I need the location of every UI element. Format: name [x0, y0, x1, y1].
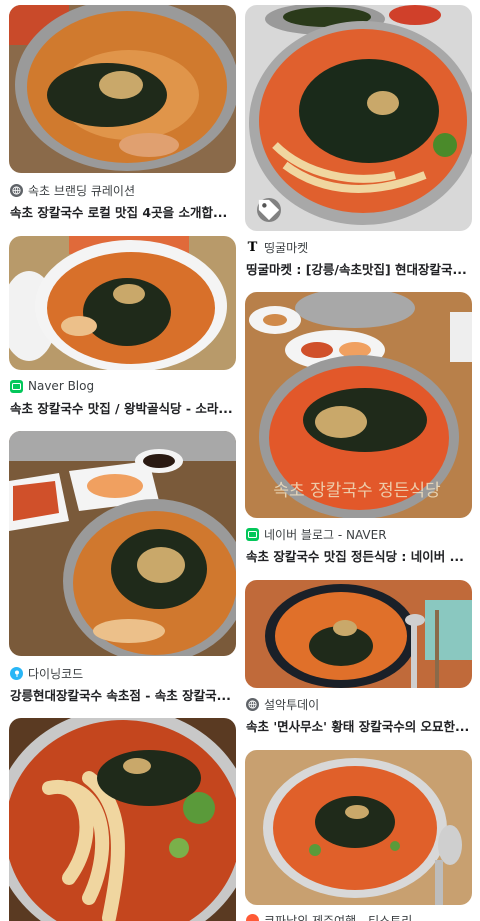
result-source-name: Naver Blog [28, 379, 95, 393]
result-thumbnail[interactable] [245, 5, 472, 231]
result-source-name: 속초 브랜딩 큐레이션 [28, 183, 135, 198]
result-source[interactable]: 네이버 블로그 - NAVER [246, 526, 472, 542]
result-source[interactable]: Naver Blog [10, 378, 236, 394]
result-thumbnail[interactable] [9, 431, 236, 656]
diningcode-icon [10, 666, 23, 680]
result-thumbnail[interactable] [9, 718, 236, 921]
naver-blog-icon [10, 379, 23, 393]
result-source[interactable]: 속초 브랜딩 큐레이션 [10, 182, 236, 198]
result-source[interactable]: 설악투데이 [246, 696, 472, 712]
noodle-photo [9, 5, 236, 173]
noodle-photo [245, 580, 472, 688]
result-source-name: 네이버 블로그 - NAVER [264, 527, 387, 542]
result-source[interactable]: T 띵굴마켓 [246, 239, 472, 255]
result-title[interactable]: 속초 장칼국수 로컬 맛집 4곳을 소개합... [10, 202, 236, 221]
naver-blog-icon [246, 527, 259, 541]
tag-icon[interactable] [257, 198, 281, 222]
result-title[interactable]: 띵굴마켓 : [강릉/속초맛집] 현대장칼국... [246, 259, 472, 278]
noodle-photo [245, 750, 472, 905]
globe-icon [10, 183, 23, 197]
result-source-name: 설악투데이 [264, 697, 320, 712]
tistory-icon [246, 913, 259, 921]
result-thumbnail[interactable] [245, 750, 472, 905]
letter-t-icon: T [246, 239, 259, 255]
noodle-photo [9, 718, 236, 921]
result-source-name: 띵굴마켓 [264, 240, 309, 255]
noodle-photo: 속초 장칼국수 정든식당 [245, 292, 472, 518]
noodle-photo [9, 236, 236, 370]
image-watermark: 속초 장칼국수 정든식당 [273, 481, 441, 501]
noodle-photo [9, 431, 236, 656]
result-source-name: 코파남의 제주여행 - 티스토리 [264, 913, 413, 921]
result-title[interactable]: 속초 장칼국수 맛집 정든식당 : 네이버 ... [246, 546, 472, 565]
result-title[interactable]: 강릉현대장칼국수 속초점 - 속초 장칼국... [10, 685, 236, 704]
result-source[interactable]: 다이닝코드 [10, 665, 236, 681]
result-thumbnail[interactable] [9, 5, 236, 173]
result-thumbnail[interactable]: 속초 장칼국수 정든식당 [245, 292, 472, 518]
globe-icon [246, 697, 259, 711]
result-thumbnail[interactable] [9, 236, 236, 370]
result-title[interactable]: 속초 장칼국수 맛집 / 왕박골식당 - 소라... [10, 398, 236, 417]
result-source[interactable]: 코파남의 제주여행 - 티스토리 [246, 912, 472, 921]
result-thumbnail[interactable] [245, 580, 472, 688]
result-source-name: 다이닝코드 [28, 666, 84, 681]
result-title[interactable]: 속초 '면사무소' 황태 장칼국수의 오묘한... [246, 716, 472, 735]
